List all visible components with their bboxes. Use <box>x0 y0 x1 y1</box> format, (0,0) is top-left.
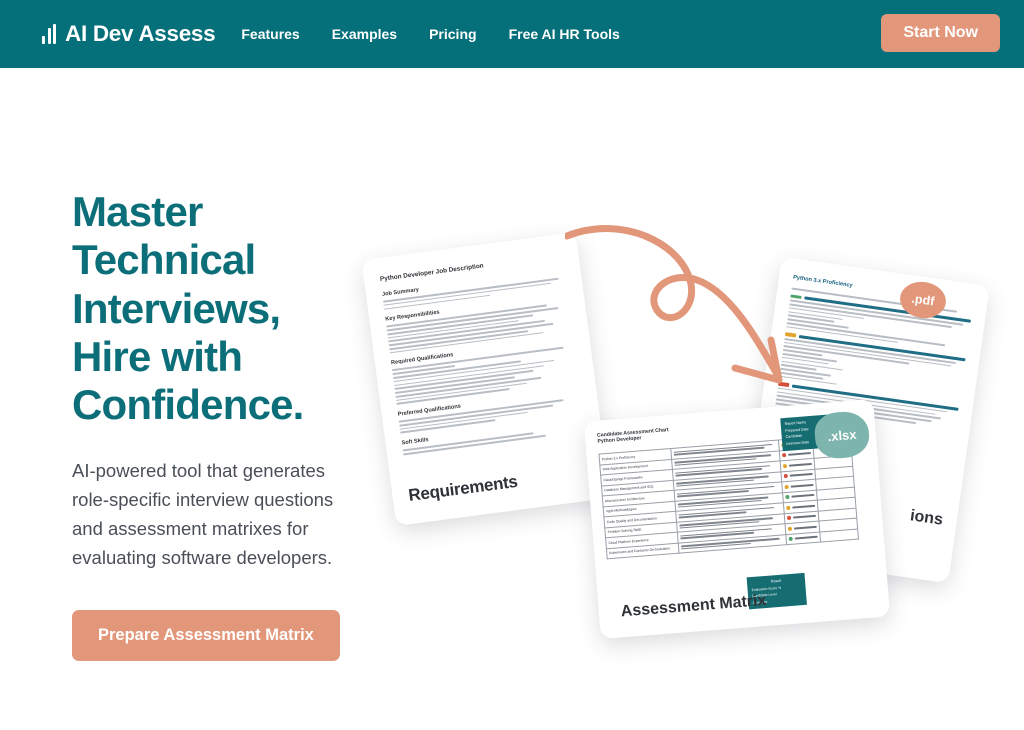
nav-links: Features Examples Pricing Free AI HR Too… <box>241 26 619 42</box>
jd-title: Python Developer Job Description <box>379 262 485 283</box>
matrix-caption: Assessment Matrix <box>620 591 767 621</box>
hero-title-line-1: Master <box>72 188 203 235</box>
hero-subtitle: AI-powered tool that generates role-spec… <box>72 460 334 568</box>
nav-link-features[interactable]: Features <box>241 26 299 42</box>
matrix-table: Python 3.x Proficiency Web Application D… <box>598 434 859 560</box>
jd-caption: Requirements <box>407 471 519 506</box>
nav-link-examples[interactable]: Examples <box>332 26 397 42</box>
hero-title-line-2: Technical <box>72 236 256 284</box>
hero-title-line-5: Confidence. <box>72 381 304 429</box>
bar-chart-icon <box>42 24 56 44</box>
curved-arrow-icon <box>565 225 783 384</box>
brand-logo[interactable]: AI Dev Assess <box>42 21 216 47</box>
prepare-assessment-matrix-button[interactable]: Prepare Assessment Matrix <box>72 610 340 662</box>
questions-doc-caption: ions <box>909 507 944 529</box>
top-navigation-bar: AI Dev Assess Features Examples Pricing … <box>0 0 1024 68</box>
nav-link-pricing[interactable]: Pricing <box>429 26 476 42</box>
landing-page: AI Dev Assess Features Examples Pricing … <box>0 0 1024 730</box>
hero-title-line-4: Hire with <box>72 332 243 380</box>
nav-link-free-ai-hr-tools[interactable]: Free AI HR Tools <box>509 26 620 42</box>
hero-title-line-3: Interviews, <box>72 284 281 332</box>
start-now-button[interactable]: Start Now <box>881 14 1000 52</box>
page-title: Master Technical Interviews, Hire with C… <box>72 188 382 429</box>
hero-text-block: Master Technical Interviews, Hire with C… <box>72 188 382 662</box>
hero-illustration: Python Developer Job Description Job Sum… <box>360 110 1024 710</box>
brand-name: AI Dev Assess <box>65 21 216 46</box>
